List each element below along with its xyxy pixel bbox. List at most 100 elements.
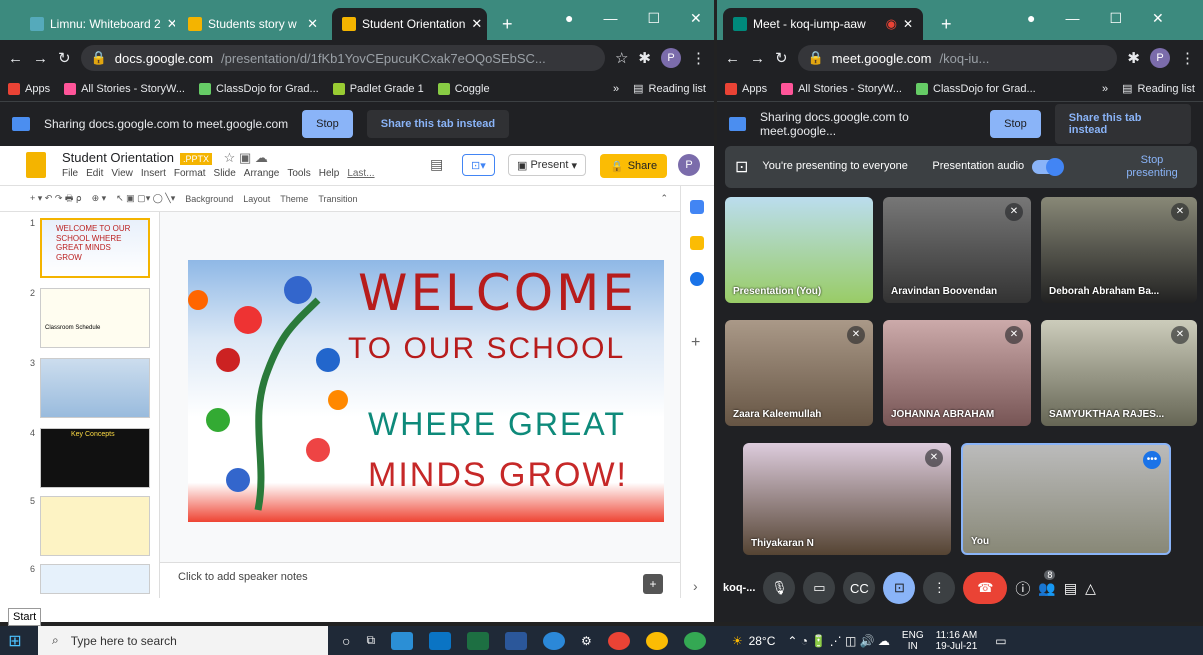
participant-tile-johanna[interactable]: ✕ JOHANNA ABRAHAM — [883, 320, 1031, 426]
speaker-notes[interactable]: Click to add speaker notes — [160, 562, 680, 598]
back-icon[interactable]: ← — [725, 50, 740, 67]
meeting-code[interactable]: koq-... — [723, 582, 755, 594]
forward-icon[interactable]: → — [33, 50, 48, 67]
collapse-icon[interactable]: ⌃ — [660, 193, 668, 204]
toolbar-theme[interactable]: Theme — [280, 194, 308, 204]
tray-icons[interactable]: ⌃ ◔ 🔋 ⋰ ◫ 🔊 ☁ — [787, 634, 890, 648]
maximize-icon[interactable]: ☐ — [1109, 10, 1122, 27]
settings-icon[interactable]: ⚙ — [581, 634, 592, 648]
profile-dot-icon[interactable]: ● — [1027, 10, 1035, 27]
close-icon[interactable]: ✕ — [903, 17, 913, 31]
bookmark-classdojo[interactable]: ClassDojo for Grad... — [199, 82, 319, 95]
more-options-icon[interactable]: ••• — [1143, 451, 1161, 469]
back-icon[interactable]: ← — [8, 50, 23, 67]
excel-icon[interactable] — [467, 631, 490, 650]
taskbar-search[interactable]: ⌕ Type here to search — [38, 626, 328, 655]
last-edit-link[interactable]: Last... — [347, 168, 374, 179]
star-icon[interactable]: ☆ ▣ ☁ — [224, 150, 268, 165]
menu-help[interactable]: Help — [319, 168, 340, 179]
participant-tile-samyukthaa[interactable]: ✕ SAMYUKTHAA RAJES... — [1041, 320, 1197, 426]
profile-dot-icon[interactable]: ● — [565, 10, 573, 27]
reload-icon[interactable]: ↻ — [775, 49, 788, 67]
activities-icon[interactable]: △ — [1085, 580, 1096, 597]
tasks-icon[interactable] — [690, 272, 704, 286]
profile-avatar[interactable]: P — [661, 48, 681, 68]
explore-icon[interactable]: + — [643, 574, 663, 594]
new-slide-icon[interactable]: + ▾ ↶ ↷ 🖶 ⍴ — [30, 191, 82, 207]
participant-tile-you[interactable]: ••• You — [961, 443, 1171, 555]
menu-edit[interactable]: Edit — [86, 168, 103, 179]
toolbar-transition[interactable]: Transition — [318, 194, 357, 204]
comments-icon[interactable]: ▤ — [430, 156, 443, 173]
word-icon[interactable] — [505, 631, 528, 650]
share-this-tab-button[interactable]: Share this tab instead — [366, 110, 510, 138]
chrome-icon-2[interactable] — [645, 631, 668, 650]
mic-icon[interactable]: 🎙 — [763, 572, 796, 604]
meeting-details-icon[interactable]: ⓘ — [1015, 578, 1030, 599]
toolbar-background[interactable]: Background — [185, 194, 233, 204]
language-indicator[interactable]: ENG IN — [902, 630, 924, 652]
expand-panel-icon[interactable]: › — [693, 578, 698, 594]
minimize-icon[interactable]: — — [1065, 10, 1079, 27]
minimize-icon[interactable]: — — [603, 10, 617, 27]
slide-thumbnail-4[interactable]: Key Concepts — [40, 428, 150, 488]
file-explorer-icon[interactable] — [391, 631, 414, 650]
slide-thumbnail-2[interactable]: Classroom Schedule — [40, 288, 150, 348]
menu-insert[interactable]: Insert — [141, 168, 166, 179]
menu-view[interactable]: View — [111, 168, 133, 179]
menu-format[interactable]: Format — [174, 168, 206, 179]
address-bar[interactable]: 🔒 docs.google.com/presentation/d/1fKb1Yov… — [80, 45, 605, 71]
share-this-tab-button[interactable]: Share this tab instead — [1054, 104, 1191, 144]
participant-tile-zaara[interactable]: ✕ Zaara Kaleemullah — [725, 320, 873, 426]
close-icon[interactable]: ✕ — [471, 16, 482, 32]
tab-limnu[interactable]: Limnu: Whiteboard 2 ✕ — [20, 8, 175, 40]
menu-tools[interactable]: Tools — [287, 168, 310, 179]
tab-students-story[interactable]: Students story w ✕ — [178, 8, 328, 40]
reading-list[interactable]: ▤ Reading list — [633, 82, 706, 96]
new-tab-button[interactable]: + — [492, 8, 522, 40]
reading-list[interactable]: ▤ Reading list — [1122, 82, 1195, 96]
slide-thumbnail-3[interactable] — [40, 358, 150, 418]
leave-call-icon[interactable]: ☎ — [963, 572, 1008, 604]
chrome-icon[interactable] — [607, 631, 630, 650]
bookmark-storyweaver[interactable]: All Stories - StoryW... — [781, 82, 902, 95]
present-button[interactable]: ▣ Present ▾ — [508, 154, 586, 176]
participant-tile-aravindan[interactable]: ✕ Aravindan Boovendan — [883, 197, 1031, 303]
menu-arrange[interactable]: Arrange — [244, 168, 280, 179]
menu-icon[interactable]: ⋮ — [1180, 49, 1195, 67]
tab-student-orientation[interactable]: Student Orientation ✕ — [332, 8, 487, 40]
menu-file[interactable]: File — [62, 168, 78, 179]
close-window-icon[interactable]: ✕ — [690, 10, 702, 27]
close-icon[interactable]: ✕ — [167, 16, 175, 32]
bookmark-coggle[interactable]: Coggle — [437, 82, 490, 95]
slides-logo-icon[interactable] — [26, 152, 46, 178]
slide-thumbnail-6[interactable] — [40, 564, 150, 594]
present-to-meeting-button[interactable]: ⊡▾ — [462, 154, 495, 176]
present-now-icon[interactable]: ⊡ — [883, 572, 916, 604]
bookmark-apps[interactable]: Apps — [725, 82, 767, 95]
task-view-icon[interactable]: ⧉ — [366, 633, 375, 648]
bookmark-star-icon[interactable]: ☆ — [615, 49, 628, 67]
bookmark-storyweaver[interactable]: All Stories - StoryW... — [64, 82, 185, 95]
profile-avatar[interactable]: P — [1150, 48, 1170, 68]
more-bookmarks-icon[interactable]: » — [1102, 83, 1108, 95]
windows-start-icon[interactable]: ⊞ — [0, 631, 30, 651]
cortana-app-icon[interactable] — [543, 631, 566, 650]
notification-icon[interactable]: ▭ — [995, 634, 1006, 648]
weather-temp[interactable]: 28°C — [749, 634, 776, 648]
more-options-icon[interactable]: ⋮ — [923, 572, 956, 604]
extensions-icon[interactable]: ✱ — [638, 49, 651, 67]
tab-meet[interactable]: Meet - koq-iump-aaw ◉ ✕ — [723, 8, 923, 40]
camera-icon[interactable]: ▭ — [803, 572, 836, 604]
bookmark-padlet[interactable]: Padlet Grade 1 — [332, 82, 424, 95]
doc-title[interactable]: Student Orientation — [62, 150, 174, 165]
participant-tile-presentation[interactable]: Presentation (You) — [725, 197, 873, 303]
menu-icon[interactable]: ⋮ — [691, 49, 706, 67]
close-icon[interactable]: ✕ — [307, 16, 318, 32]
slide-thumbnail-1[interactable]: WELCOME TO OUR SCHOOL WHERE GREAT MINDS … — [40, 218, 150, 278]
slide-current[interactable]: WELCOME TO OUR SCHOOL WHERE GREAT MINDS … — [188, 260, 664, 522]
select-tool-icon[interactable]: ↖ ▣ ▢▾ ◯ ╲▾ — [116, 193, 175, 204]
toolbar-layout[interactable]: Layout — [243, 194, 270, 204]
zoom-icon[interactable]: ⊕ ▾ — [92, 193, 107, 204]
close-window-icon[interactable]: ✕ — [1152, 10, 1164, 27]
